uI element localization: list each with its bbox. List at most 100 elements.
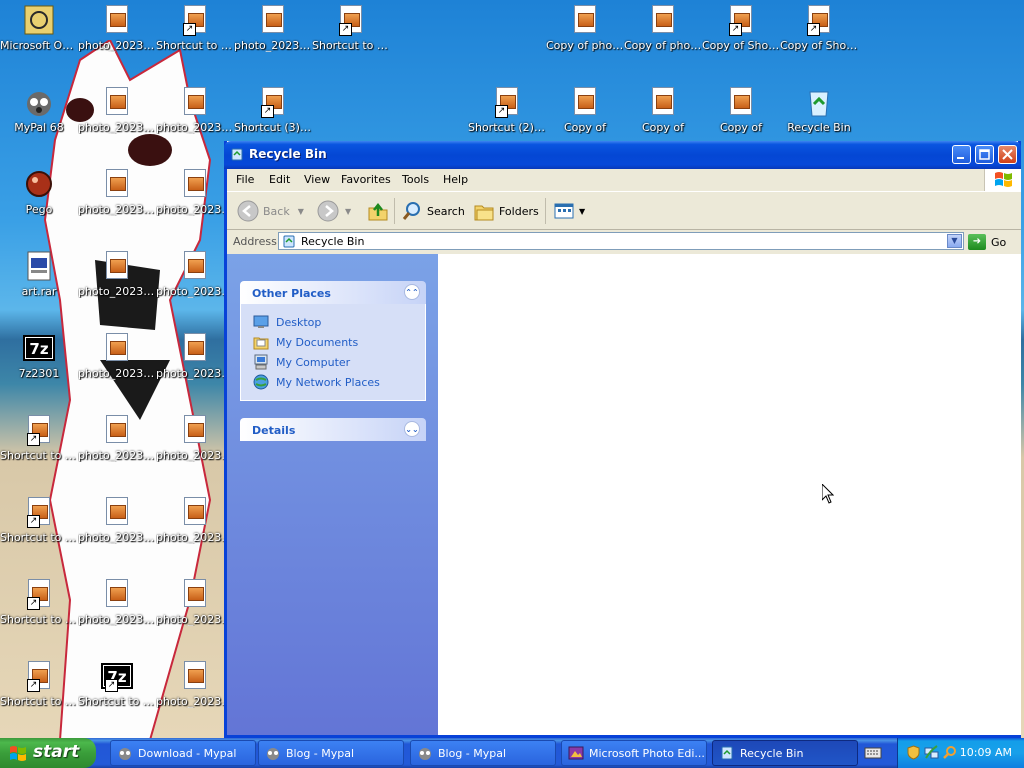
desktop-icon-photo-shortcut[interactable]: ↗ Shortcut to photo_2023-...	[0, 660, 78, 708]
photo-file-icon	[184, 415, 206, 443]
recycle-bin-window[interactable]: Recycle Bin File Edit View Favorites Too…	[224, 141, 1021, 738]
desktop-icon-photo-shortcut[interactable]: ↗ Shortcut to photo_2023-...	[156, 4, 234, 52]
desktop-icon-mypal[interactable]: MyPal 68	[0, 86, 78, 134]
desktop-icon-photo[interactable]: photo_2023-...	[78, 250, 156, 298]
desktop-icon-photo[interactable]: photo_2023-...	[156, 168, 234, 216]
details-header[interactable]: Details ⌄⌄	[240, 418, 426, 441]
desktop-icon-7z[interactable]: 7z 7z2301	[0, 332, 78, 380]
photo-file-icon	[184, 251, 206, 279]
forward-dropdown-icon[interactable]: ▼	[345, 207, 351, 216]
desktop-icon-rar[interactable]: art.rar	[0, 250, 78, 298]
forward-button[interactable]: ▼	[317, 199, 351, 223]
desktop-icon-photo-shortcut[interactable]: ↗ Shortcut (3) to	[234, 86, 312, 134]
expand-icon[interactable]: ⌄⌄	[404, 421, 420, 437]
desktop-icon-photo[interactable]: photo_2023-...	[78, 496, 156, 544]
desktop-icon-recycle[interactable]: Recycle Bin	[780, 86, 858, 134]
desktop-icon-photo[interactable]: photo_2023-...	[78, 414, 156, 462]
menu-tools[interactable]: Tools	[402, 173, 429, 186]
desktop-icon-pego[interactable]: Pego	[0, 168, 78, 216]
views-icon	[554, 203, 574, 219]
desktop-icon-label: MyPal 68	[14, 121, 64, 134]
desktop-icon-photo[interactable]: photo_2023-...	[156, 414, 234, 462]
desktop-icon-photo[interactable]: photo_2023-...	[78, 4, 156, 52]
collapse-icon[interactable]: ⌃⌃	[404, 284, 420, 300]
desktop-icon-photo[interactable]: photo_2023-...	[78, 168, 156, 216]
outlook-icon	[24, 5, 54, 35]
desktop-icon-image	[647, 4, 679, 36]
desktop-icon-photo[interactable]: photo_2023-...	[156, 332, 234, 380]
desktop-icon-photo[interactable]: photo_2023-...	[156, 578, 234, 626]
desktop-icon-photo-shortcut[interactable]: ↗ Shortcut to photo_2023-...	[0, 496, 78, 544]
views-button[interactable]: ▼	[553, 199, 585, 223]
desktop-icon-photo[interactable]: Copy of photo_2023-...	[546, 4, 624, 52]
desktop-icon-photo[interactable]: photo_2023-...	[156, 86, 234, 134]
desktop-icon-label: Shortcut to photo_2023-...	[0, 613, 78, 626]
desktop-icon-label: Copy of	[641, 121, 684, 134]
clock[interactable]: 10:09 AM	[960, 746, 1012, 759]
desktop-icon-photo-shortcut[interactable]: ↗ Shortcut (2) to	[468, 86, 546, 134]
link-my-documents[interactable]: My Documents	[253, 332, 425, 352]
desktop-icon-photo[interactable]: photo_2023-...	[156, 250, 234, 298]
close-button[interactable]	[998, 145, 1017, 164]
network-icon[interactable]	[924, 745, 939, 760]
up-folder-button[interactable]	[367, 199, 393, 223]
menu-favorites[interactable]: Favorites	[341, 173, 391, 186]
desktop-icon-photo[interactable]: photo_2023-...	[78, 332, 156, 380]
keyboard-icon[interactable]	[864, 746, 882, 760]
search-button[interactable]: Search	[401, 199, 465, 223]
minimize-button[interactable]	[952, 145, 971, 164]
menu-file[interactable]: File	[236, 173, 254, 186]
start-button[interactable]: start	[0, 738, 96, 768]
desktop-icon-photo-shortcut[interactable]: ↗ Copy of Shortcut to ...	[780, 4, 858, 52]
desktop-icon-photo-shortcut[interactable]: ↗ Copy of Shortcut (3) ...	[702, 4, 780, 52]
desktop-icon-photo[interactable]: photo_2023-...	[78, 86, 156, 134]
link-my-network-places[interactable]: My Network Places	[253, 372, 425, 392]
folders-button[interactable]: Folders	[473, 199, 539, 223]
views-dropdown-icon[interactable]: ▼	[579, 207, 585, 216]
network-places-icon	[253, 374, 269, 390]
task-recycle-bin[interactable]: Recycle Bin	[712, 740, 858, 766]
desktop-icon-photo-shortcut[interactable]: ↗ Shortcut to photo_2023-...	[312, 4, 390, 52]
desktop-icon-label: Shortcut to photo_2023-...	[156, 39, 234, 52]
desktop-icon-photo-shortcut[interactable]: ↗ Shortcut to photo_2023-...	[0, 414, 78, 462]
title-bar[interactable]: Recycle Bin	[224, 141, 1021, 169]
desktop-icon-photo-shortcut[interactable]: ↗ Shortcut to photo_2023-...	[0, 578, 78, 626]
desktop-icon-image	[101, 86, 133, 118]
link-my-computer[interactable]: My Computer	[253, 352, 425, 372]
back-dropdown-icon[interactable]: ▼	[298, 207, 304, 216]
desktop-icon-photo[interactable]: photo_2023-...	[234, 4, 312, 52]
desktop-icon-photo[interactable]: Copy of	[702, 86, 780, 134]
task-photo-editor[interactable]: Microsoft Photo Edi...	[561, 740, 707, 766]
minimize-icon	[957, 157, 964, 159]
desktop-icon-photo[interactable]: Copy of	[624, 86, 702, 134]
toolbar-separator	[545, 198, 546, 224]
back-button[interactable]: Back ▼	[237, 199, 304, 223]
desktop-icon-photo[interactable]: photo_2023-...	[156, 660, 234, 708]
desktop-icon-photo[interactable]: Copy of photo_2023-...	[624, 4, 702, 52]
task-download-mypal[interactable]: Download - Mypal	[110, 740, 256, 766]
task-blog-mypal-2[interactable]: Blog - Mypal	[410, 740, 556, 766]
desktop-icon-label: photo_2023-...	[78, 203, 156, 216]
task-blog-mypal-1[interactable]: Blog - Mypal	[258, 740, 404, 766]
file-list-area[interactable]	[438, 254, 1021, 735]
desktop-icon-7z-shortcut[interactable]: 7z↗ Shortcut to 7z2301	[78, 660, 156, 708]
menu-edit[interactable]: Edit	[269, 173, 290, 186]
go-button[interactable]: ➜ Go	[968, 233, 1006, 251]
search-icon[interactable]	[942, 745, 957, 760]
menu-help[interactable]: Help	[443, 173, 468, 186]
wallpaper-character	[43, 40, 212, 738]
desktop-icon-photo[interactable]: photo_2023-...	[78, 578, 156, 626]
security-shield-icon[interactable]	[906, 745, 921, 760]
address-field[interactable]: Recycle Bin ▼	[278, 232, 964, 250]
desktop-icon-outlook[interactable]: Microsoft Outlook	[0, 4, 78, 52]
menu-view[interactable]: View	[304, 173, 330, 186]
desktop-icon-photo[interactable]: photo_2023-...	[156, 496, 234, 544]
my-documents-icon	[253, 337, 269, 350]
photo-file-icon	[106, 415, 128, 443]
desktop-icon-image	[569, 86, 601, 118]
maximize-button[interactable]	[975, 145, 994, 164]
link-desktop[interactable]: Desktop	[253, 312, 425, 332]
other-places-header[interactable]: Other Places ⌃⌃	[240, 281, 426, 304]
address-dropdown-button[interactable]: ▼	[947, 234, 962, 248]
desktop-icon-photo[interactable]: Copy of	[546, 86, 624, 134]
